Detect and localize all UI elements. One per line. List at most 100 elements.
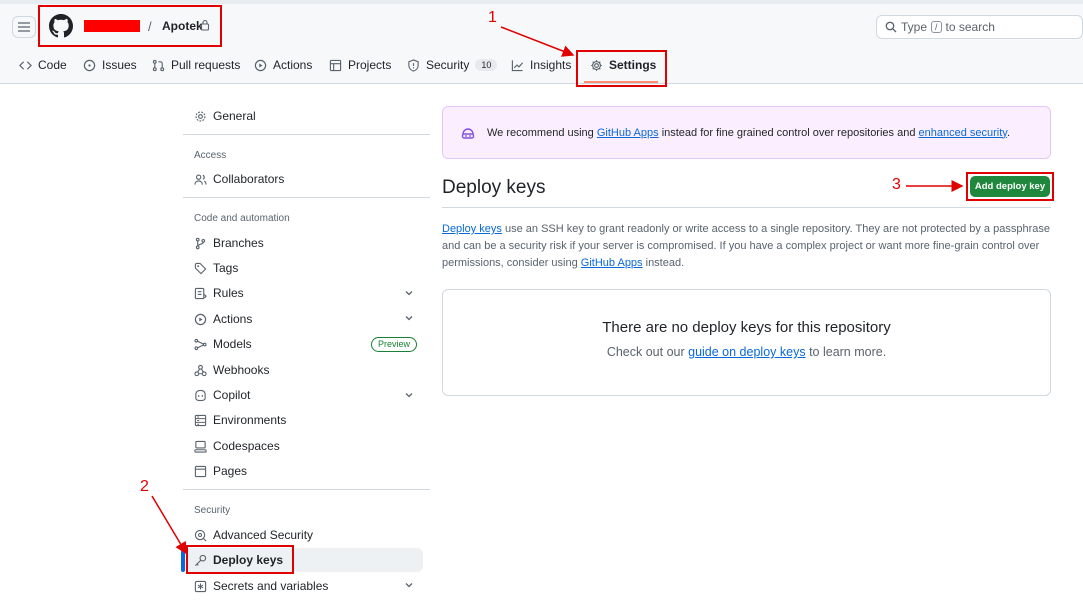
tab-insights[interactable]: Insights <box>511 54 571 76</box>
search-placeholder-suffix: to search <box>945 20 995 34</box>
banner-text-pre: We recommend using <box>487 126 594 139</box>
tab-insights-label: Insights <box>530 58 572 72</box>
sidebar-item-label: Collaborators <box>213 172 285 186</box>
sidebar-item-secrets[interactable]: Secrets and variables <box>183 574 423 598</box>
tab-issues-label: Issues <box>102 58 137 72</box>
sidebar-item-label: Advanced Security <box>213 528 314 542</box>
table-icon <box>329 59 342 71</box>
server-icon <box>194 414 207 426</box>
codespaces-icon <box>194 440 207 453</box>
tab-code[interactable]: Code <box>19 54 67 76</box>
copilot-icon <box>195 389 206 401</box>
title-divider <box>442 207 1051 208</box>
sidebar-divider <box>183 197 430 198</box>
sidebar-item-label: Webhooks <box>213 363 270 377</box>
rules-icon <box>194 287 207 299</box>
play-icon <box>194 313 207 325</box>
deploy-keys-guide-link[interactable]: guide on deploy keys <box>688 345 805 359</box>
sidebar-item-environments[interactable]: Environments <box>183 408 423 432</box>
models-icon <box>194 338 207 350</box>
chevron-down-icon[interactable] <box>404 313 414 323</box>
shield-icon <box>408 58 419 72</box>
issue-icon <box>83 59 96 71</box>
sidebar-item-copilot[interactable]: Copilot <box>183 383 423 407</box>
menu-button[interactable] <box>12 16 36 38</box>
github-apps-recommendation-banner: We recommend using GitHub Apps instead f… <box>442 106 1051 159</box>
sidebar-section-access: Access <box>194 150 227 161</box>
empty-state-box: There are no deploy keys for this reposi… <box>442 289 1051 396</box>
sidebar-item-branches[interactable]: Branches <box>183 231 423 255</box>
sidebar-item-pages[interactable]: Pages <box>183 459 423 483</box>
tab-code-label: Code <box>38 58 67 72</box>
annotation-box-settings <box>576 50 667 87</box>
description-text-end: instead. <box>645 257 685 269</box>
sidebar-item-codespaces[interactable]: Codespaces <box>183 434 423 458</box>
codescan-icon <box>194 529 207 541</box>
browser-icon <box>194 465 207 477</box>
github-apps-link-2[interactable]: GitHub Apps <box>581 257 643 269</box>
sidebar-item-rules[interactable]: Rules <box>183 281 423 305</box>
tab-actions-label: Actions <box>273 58 313 72</box>
annotation-number-2: 2 <box>140 478 149 495</box>
branch-icon <box>195 237 206 249</box>
tab-projects[interactable]: Projects <box>329 54 391 76</box>
github-apps-link[interactable]: GitHub Apps <box>597 127 659 139</box>
chevron-down-icon[interactable] <box>404 580 414 590</box>
tab-issues[interactable]: Issues <box>83 54 137 76</box>
sidebar-item-advanced-security[interactable]: Advanced Security <box>183 523 423 547</box>
banner-text-mid: instead for fine grained control over re… <box>661 126 916 139</box>
enhanced-security-link[interactable]: enhanced security <box>919 127 1007 139</box>
sidebar-item-label: General <box>213 109 256 123</box>
empty-state-post: to learn more. <box>809 345 887 359</box>
gear-icon <box>195 110 206 122</box>
preview-badge: Preview <box>371 337 418 352</box>
selected-item-indicator <box>181 550 185 572</box>
pull-request-icon <box>152 59 165 71</box>
sidebar-divider <box>183 489 430 490</box>
empty-state-title: There are no deploy keys for this reposi… <box>602 319 891 336</box>
sidebar-item-tags[interactable]: Tags <box>183 256 423 280</box>
page-title: Deploy keys <box>442 177 546 198</box>
sidebar-item-collaborators[interactable]: Collaborators <box>183 167 423 191</box>
arrow-2 <box>151 495 187 555</box>
sidebar-item-label: Branches <box>213 236 264 250</box>
annotation-number-1: 1 <box>488 9 497 26</box>
banner-text: We recommend using GitHub Apps instead f… <box>487 127 1010 139</box>
code-icon <box>19 60 32 70</box>
tab-security-label: Security <box>426 58 470 72</box>
sidebar-item-label: Environments <box>213 413 287 427</box>
sidebar-item-label: Pages <box>213 464 248 478</box>
asterisk-icon <box>194 580 207 592</box>
search-placeholder-prefix: Type <box>901 20 928 34</box>
chevron-down-icon[interactable] <box>404 390 414 400</box>
tab-actions[interactable]: Actions <box>254 54 312 76</box>
tab-security[interactable]: Security 10 <box>407 54 498 76</box>
security-count-badge: 10 <box>475 59 498 71</box>
description-text: use an SSH key to grant readonly or writ… <box>442 223 1050 269</box>
apps-icon <box>461 127 475 139</box>
hamburger-icon <box>18 22 30 32</box>
empty-state-pre: Check out our <box>606 345 685 359</box>
sidebar-item-label: Tags <box>213 261 239 275</box>
sidebar-divider <box>183 134 430 135</box>
graph-icon <box>511 59 524 71</box>
sidebar-item-label: Secrets and variables <box>213 579 329 593</box>
sidebar-item-general[interactable]: General <box>183 104 423 128</box>
sidebar-item-label: Models <box>213 337 252 351</box>
sidebar-item-actions[interactable]: Actions <box>183 307 423 331</box>
sidebar-item-webhooks[interactable]: Webhooks <box>183 358 423 382</box>
play-icon <box>254 59 267 71</box>
annotation-number-3: 3 <box>892 176 901 193</box>
empty-state-subtitle: Check out our guide on deploy keys to le… <box>443 345 1050 359</box>
annotation-box-add-key <box>966 172 1054 201</box>
search-input[interactable]: Type / to search <box>876 15 1083 39</box>
sidebar-item-label: Copilot <box>213 388 251 402</box>
tab-pull-requests-label: Pull requests <box>171 58 241 72</box>
tab-pull-requests[interactable]: Pull requests <box>152 54 240 76</box>
sidebar-item-label: Rules <box>213 286 244 300</box>
deploy-keys-docs-link[interactable]: Deploy keys <box>442 223 502 235</box>
tab-projects-label: Projects <box>348 58 392 72</box>
webhook-icon <box>194 364 207 376</box>
people-icon <box>194 173 207 185</box>
chevron-down-icon[interactable] <box>404 288 414 298</box>
